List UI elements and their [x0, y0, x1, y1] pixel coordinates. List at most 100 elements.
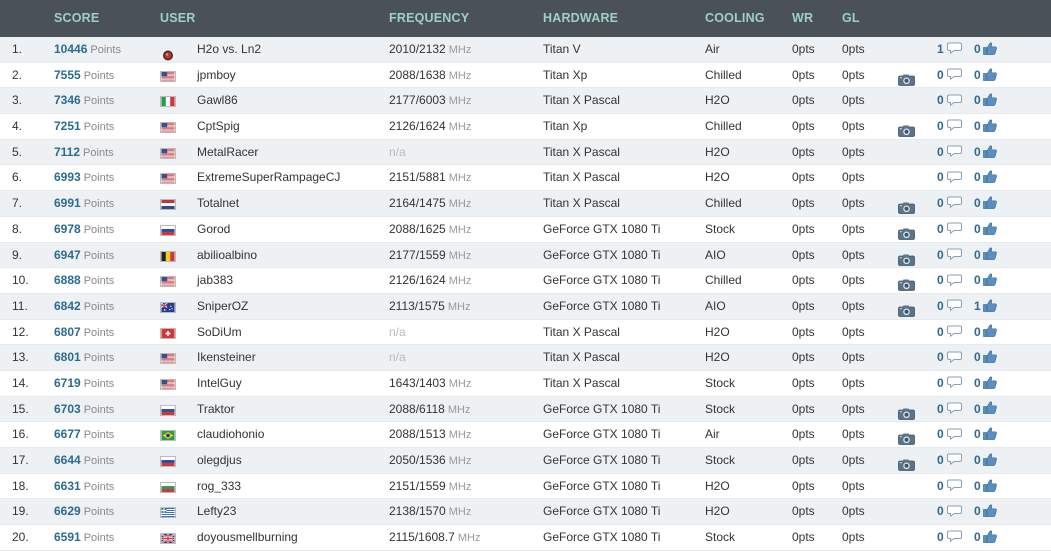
comment-icon[interactable]	[944, 222, 962, 236]
camera-icon[interactable]	[898, 404, 915, 420]
comment-icon[interactable]	[944, 273, 962, 287]
header-user[interactable]: USER	[160, 11, 196, 25]
thumbs-up-icon[interactable]	[981, 273, 997, 287]
thumbs-up-icon[interactable]	[981, 427, 997, 441]
score-value[interactable]: 6629	[54, 504, 81, 518]
score[interactable]: 6719 Points	[54, 371, 114, 398]
hardware-link[interactable]: GeForce GTX 1080 Ti	[543, 422, 660, 448]
comment-icon[interactable]	[944, 68, 962, 82]
user-link[interactable]: Totalnet	[197, 191, 239, 217]
comments-button[interactable]: 0	[937, 397, 962, 423]
comments-button[interactable]: 0	[937, 320, 962, 346]
hardware-link[interactable]: Titan X Pascal	[543, 140, 620, 166]
user-link[interactable]: Ikensteiner	[197, 345, 256, 371]
like-button[interactable]: 0	[974, 114, 997, 140]
comment-icon[interactable]	[944, 479, 962, 493]
header-cooling[interactable]: COOLING	[705, 11, 765, 25]
like-button[interactable]: 0	[974, 448, 997, 474]
thumbs-up-icon[interactable]	[981, 479, 997, 493]
comment-icon[interactable]	[944, 248, 962, 262]
thumbs-up-icon[interactable]	[981, 453, 997, 467]
user-link[interactable]: abilioalbino	[197, 243, 257, 269]
like-button[interactable]: 0	[974, 37, 997, 63]
hardware-link[interactable]: GeForce GTX 1080 Ti	[543, 397, 660, 423]
score-value[interactable]: 6719	[54, 376, 81, 390]
score[interactable]: 6591 Points	[54, 525, 114, 552]
thumbs-up-icon[interactable]	[981, 222, 997, 236]
score-value[interactable]: 6993	[54, 170, 81, 184]
hardware-link[interactable]: GeForce GTX 1080 Ti	[543, 474, 660, 500]
comments-button[interactable]: 0	[937, 525, 962, 551]
score[interactable]: 6677 Points	[54, 422, 114, 449]
comments-button[interactable]: 0	[937, 294, 962, 320]
thumbs-up-icon[interactable]	[981, 504, 997, 518]
camera-icon[interactable]	[898, 275, 915, 292]
comments-button[interactable]: 0	[937, 140, 962, 166]
comment-icon[interactable]	[944, 530, 962, 544]
thumbs-up-icon[interactable]	[981, 93, 997, 107]
score[interactable]: 7555 Points	[54, 63, 114, 90]
comment-icon[interactable]	[944, 170, 962, 184]
score-value[interactable]: 6947	[54, 248, 81, 262]
score[interactable]: 10446 Points	[54, 37, 121, 64]
thumbs-up-icon[interactable]	[981, 401, 997, 416]
like-button[interactable]: 0	[974, 88, 997, 114]
user-link[interactable]: Gawl86	[197, 88, 238, 114]
score-value[interactable]: 7112	[54, 145, 80, 159]
hardware-link[interactable]: Titan X Pascal	[543, 165, 620, 191]
like-button[interactable]: 0	[974, 140, 997, 166]
like-button[interactable]: 0	[974, 345, 997, 371]
comments-button[interactable]: 0	[937, 88, 962, 114]
score-value[interactable]: 7251	[54, 119, 81, 133]
score[interactable]: 6807 Points	[54, 320, 114, 347]
hardware-link[interactable]: Titan X Pascal	[543, 88, 620, 114]
comment-icon[interactable]	[944, 196, 962, 210]
thumbs-up-icon[interactable]	[981, 42, 997, 56]
thumbs-up-icon[interactable]	[981, 530, 997, 544]
comment-icon[interactable]	[944, 427, 962, 441]
score[interactable]: 6644 Points	[54, 448, 114, 475]
like-button[interactable]: 0	[974, 422, 997, 448]
comments-button[interactable]: 0	[937, 114, 962, 140]
comments-button[interactable]: 1	[937, 37, 962, 63]
hardware-link[interactable]: GeForce GTX 1080 Ti	[543, 499, 660, 525]
thumbs-up-icon[interactable]	[981, 324, 997, 339]
hardware-link[interactable]: Titan X Pascal	[543, 371, 620, 397]
header-wr[interactable]: WR	[792, 11, 813, 25]
hardware-link[interactable]: GeForce GTX 1080 Ti	[543, 217, 660, 243]
user-link[interactable]: Gorod	[197, 217, 230, 243]
score[interactable]: 7251 Points	[54, 114, 114, 141]
comment-icon[interactable]	[944, 119, 962, 133]
hardware-link[interactable]: Titan X Pascal	[543, 320, 620, 346]
user-link[interactable]: rog_333	[197, 474, 241, 500]
score-value[interactable]: 6888	[54, 273, 81, 287]
score-value[interactable]: 6978	[54, 222, 81, 236]
score-value[interactable]: 6631	[54, 479, 81, 493]
user-link[interactable]: ExtremeSuperRampageCJ	[197, 165, 340, 191]
like-button[interactable]: 0	[974, 499, 997, 525]
comments-button[interactable]: 0	[937, 422, 962, 448]
comments-button[interactable]: 0	[937, 165, 962, 191]
comment-icon[interactable]	[944, 325, 962, 339]
user-link[interactable]: MetalRacer	[197, 140, 258, 166]
score-value[interactable]: 7346	[54, 93, 81, 107]
thumbs-up-icon[interactable]	[981, 376, 997, 390]
hardware-link[interactable]: Titan Xp	[543, 114, 587, 140]
thumbs-up-icon[interactable]	[981, 196, 997, 210]
hardware-link[interactable]: Titan Xp	[543, 63, 587, 89]
comments-button[interactable]: 0	[937, 191, 962, 217]
hardware-link[interactable]: Titan V	[543, 37, 581, 63]
user-link[interactable]: jpmboy	[197, 63, 236, 89]
score-value[interactable]: 7555	[54, 68, 81, 82]
comment-icon[interactable]	[944, 504, 962, 518]
camera-icon[interactable]	[898, 198, 915, 215]
user-link[interactable]: SoDiUm	[197, 320, 242, 346]
comment-icon[interactable]	[944, 350, 962, 364]
like-button[interactable]: 0	[974, 371, 997, 397]
thumbs-up-icon[interactable]	[981, 170, 997, 184]
user-link[interactable]: claudiohonio	[197, 422, 264, 448]
score[interactable]: 7346 Points	[54, 88, 114, 115]
like-button[interactable]: 0	[974, 320, 997, 346]
like-button[interactable]: 1	[974, 294, 997, 320]
thumbs-up-icon[interactable]	[981, 119, 997, 133]
